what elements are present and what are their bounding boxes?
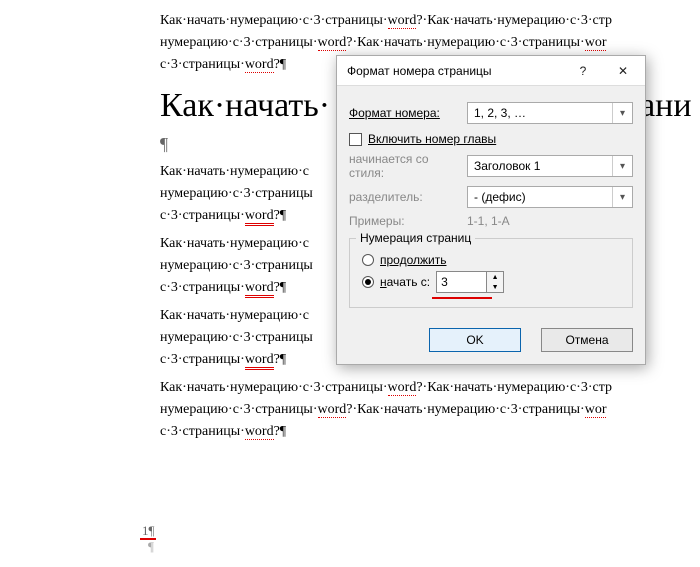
chevron-down-icon: ▾ bbox=[612, 156, 632, 176]
page-break-marker: 1¶ ¶ bbox=[140, 523, 156, 555]
page-numbering-group: Нумерация страниц продолжить нначать с:а… bbox=[349, 238, 633, 308]
dialog-title: Формат номера страницы bbox=[347, 64, 563, 78]
group-legend: Нумерация страниц bbox=[356, 231, 475, 245]
chevron-down-icon: ▾ bbox=[612, 103, 632, 123]
help-button[interactable]: ? bbox=[563, 57, 603, 85]
start-at-input[interactable] bbox=[436, 271, 486, 293]
close-icon: ✕ bbox=[618, 64, 628, 78]
starts-style-select: Заголовок 1 ▾ bbox=[467, 155, 633, 177]
radio-icon bbox=[362, 276, 374, 288]
separator-label: разделитель: bbox=[349, 190, 459, 204]
spinner-buttons[interactable]: ▲ ▼ bbox=[486, 271, 504, 293]
annotation-underline bbox=[432, 297, 492, 299]
radio-start-at[interactable]: нначать с:ачать с: ▲ ▼ bbox=[362, 271, 620, 293]
checkbox-icon bbox=[349, 133, 362, 146]
ok-button[interactable]: OK bbox=[429, 328, 521, 352]
radio-continue[interactable]: продолжить bbox=[362, 253, 620, 267]
number-format-select[interactable]: 1, 2, 3, … ▾ bbox=[467, 102, 633, 124]
spinner-up-icon: ▲ bbox=[487, 272, 503, 282]
spinner-down-icon: ▼ bbox=[487, 282, 503, 292]
close-button[interactable]: ✕ bbox=[603, 57, 643, 85]
starts-style-label: начинается со стиля: bbox=[349, 152, 459, 180]
examples-label: Примеры: bbox=[349, 214, 459, 228]
page-number-format-dialog: Формат номера страницы ? ✕ Формат номера… bbox=[336, 55, 646, 365]
dialog-titlebar[interactable]: Формат номера страницы ? ✕ bbox=[337, 56, 645, 86]
chevron-down-icon: ▾ bbox=[612, 187, 632, 207]
examples-value: 1-1, 1-A bbox=[467, 214, 510, 228]
include-chapter-checkbox[interactable]: Включить номер главы bbox=[349, 132, 633, 146]
radio-icon bbox=[362, 254, 374, 266]
number-format-label: Формат номера: bbox=[349, 106, 459, 120]
separator-select: - (дефис) ▾ bbox=[467, 186, 633, 208]
cancel-button[interactable]: Отмена bbox=[541, 328, 633, 352]
